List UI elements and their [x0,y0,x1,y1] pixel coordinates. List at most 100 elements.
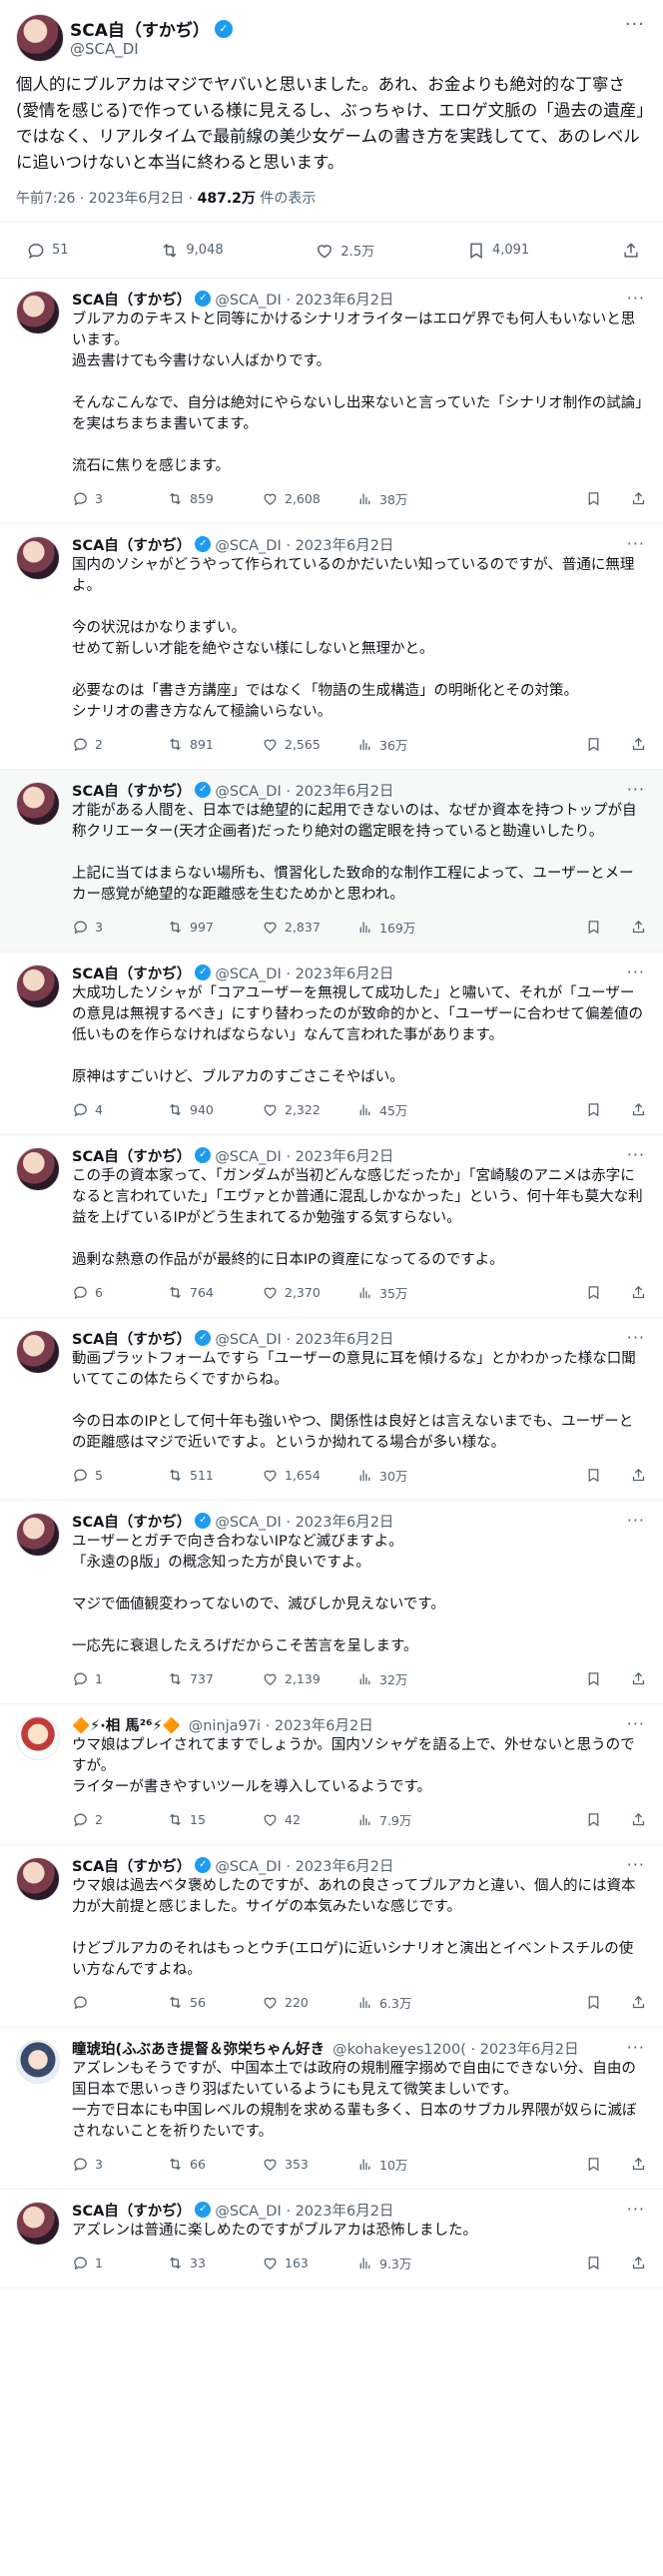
author-name[interactable]: SCA自（すかぢ） [72,1511,191,1532]
retweet-button[interactable]: 511 [167,1467,262,1484]
author-handle-date[interactable]: @ninja97i · 2023年6月2日 [189,1714,373,1735]
avatar[interactable] [16,291,60,334]
views-button[interactable]: 30万 [356,1466,451,1485]
like-button[interactable]: 2,565 [262,736,356,753]
author-name[interactable]: SCA自（すかぢ） [72,1855,191,1876]
author-name[interactable]: SCA自（すかぢ） [70,16,210,41]
views-button[interactable]: 36万 [356,735,451,754]
bookmark-button[interactable] [585,1467,602,1484]
retweet-button[interactable]: 33 [167,2254,262,2271]
avatar[interactable] [16,2202,60,2246]
more-options-icon[interactable]: ··· [627,534,645,553]
reply-tweet[interactable]: ··· 瞳琥珀(ふぶあき提督＆弥栄ちゃん好き @kohakeyes1200( ·… [0,2028,663,2190]
author-handle-date[interactable]: @SCA_DI · 2023年6月2日 [215,963,393,983]
bookmark-button[interactable] [585,1994,602,2011]
author-handle-date[interactable]: @SCA_DI · 2023年6月2日 [215,1328,393,1349]
share-button[interactable] [621,241,641,261]
avatar[interactable] [16,1857,60,1901]
like-button[interactable]: 1,654 [262,1467,356,1484]
more-options-icon[interactable]: ··· [627,289,645,308]
share-button[interactable] [630,1811,647,1828]
like-button[interactable]: 353 [262,2156,356,2173]
author-handle-date[interactable]: @SCA_DI · 2023年6月2日 [215,780,393,801]
retweet-button[interactable]: 66 [167,2156,262,2173]
author-handle[interactable]: @SCA_DI [70,40,139,58]
views-button[interactable]: 38万 [356,489,451,508]
author-handle-date[interactable]: @kohakeyes1200( · 2023年6月2日 [332,2038,578,2059]
author-handle-date[interactable]: @SCA_DI · 2023年6月2日 [215,1855,393,1876]
retweet-button[interactable]: 891 [167,736,262,753]
like-button[interactable]: 2,608 [262,490,356,507]
reply-tweet[interactable]: ··· SCA自（すかぢ） ✓ @SCA_DI · 2023年6月2日 ユーザー… [0,1501,663,1704]
share-button[interactable] [630,736,647,753]
reply-button[interactable]: 2 [72,736,167,753]
retweet-button[interactable]: 9,048 [160,241,224,261]
reply-button[interactable]: 1 [72,1670,167,1687]
like-button[interactable]: 2,322 [262,1101,356,1118]
retweet-button[interactable]: 56 [167,1994,262,2011]
author-name[interactable]: SCA自（すかぢ） [72,289,191,310]
bookmark-button[interactable]: 4,091 [466,241,529,261]
reply-tweet[interactable]: ··· SCA自（すかぢ） ✓ @SCA_DI · 2023年6月2日 国内のソ… [0,524,663,770]
views-button[interactable]: 6.3万 [356,1993,451,2012]
share-button[interactable] [630,1994,647,2011]
reply-button[interactable]: 51 [26,241,69,261]
more-options-icon[interactable]: ··· [627,2038,645,2057]
reply-tweet[interactable]: ··· SCA自（すかぢ） ✓ @SCA_DI · 2023年6月2日 アズレン… [0,2190,663,2288]
reply-button[interactable]: 3 [72,919,167,936]
author-name[interactable]: SCA自（すかぢ） [72,534,191,555]
bookmark-button[interactable] [585,736,602,753]
avatar[interactable] [16,536,60,580]
author-name[interactable]: SCA自（すかぢ） [72,780,191,801]
retweet-button[interactable]: 940 [167,1101,262,1118]
author-handle-date[interactable]: @SCA_DI · 2023年6月2日 [215,1145,393,1166]
reply-tweet[interactable]: ··· SCA自（すかぢ） ✓ @SCA_DI · 2023年6月2日 動画プラ… [0,1318,663,1501]
bookmark-button[interactable] [585,1811,602,1828]
more-options-icon[interactable]: ··· [625,14,645,35]
like-button[interactable]: 2,370 [262,1284,356,1301]
share-button[interactable] [630,490,647,507]
reply-button[interactable]: 6 [72,1284,167,1301]
reply-button[interactable]: 3 [72,2156,167,2173]
retweet-button[interactable]: 997 [167,919,262,936]
reply-tweet[interactable]: ··· SCA自（すかぢ） ✓ @SCA_DI · 2023年6月2日 大成功し… [0,953,663,1135]
views-button[interactable]: 10万 [356,2155,451,2174]
share-button[interactable] [630,2156,647,2173]
author-name[interactable]: 🔶⚡·相 馬²⁶⚡🔶 [72,1714,181,1735]
author-name[interactable]: 瞳琥珀(ふぶあき提督＆弥栄ちゃん好き [72,2038,325,2059]
share-button[interactable] [630,919,647,936]
author-handle-date[interactable]: @SCA_DI · 2023年6月2日 [215,534,393,555]
reply-button[interactable]: 3 [72,490,167,507]
avatar[interactable] [16,782,60,826]
retweet-button[interactable]: 15 [167,1811,262,1828]
reply-button[interactable]: 5 [72,1467,167,1484]
share-button[interactable] [630,1284,647,1301]
views-button[interactable]: 45万 [356,1100,451,1119]
tweet-timestamp[interactable]: 午前7:26 · 2023年6月2日 · [16,191,198,207]
share-button[interactable] [630,1670,647,1687]
more-options-icon[interactable]: ··· [627,1145,645,1164]
author-name[interactable]: SCA自（すかぢ） [72,1145,191,1166]
more-options-icon[interactable]: ··· [627,2200,645,2219]
reply-tweet[interactable]: ··· SCA自（すかぢ） ✓ @SCA_DI · 2023年6月2日 この手の… [0,1135,663,1318]
avatar[interactable] [16,2040,60,2084]
views-button[interactable]: 9.3万 [356,2254,451,2272]
bookmark-button[interactable] [585,1101,602,1118]
reply-tweet[interactable]: ··· SCA自（すかぢ） ✓ @SCA_DI · 2023年6月2日 才能があ… [0,770,663,953]
reply-tweet[interactable]: ··· SCA自（すかぢ） ✓ @SCA_DI · 2023年6月2日 ウマ娘は… [0,1845,663,2028]
more-options-icon[interactable]: ··· [627,780,645,799]
author-name[interactable]: SCA自（すかぢ） [72,1328,191,1349]
bookmark-button[interactable] [585,2156,602,2173]
more-options-icon[interactable]: ··· [627,1328,645,1347]
author-name[interactable]: SCA自（すかぢ） [72,963,191,983]
avatar[interactable] [16,1716,60,1760]
author-handle-date[interactable]: @SCA_DI · 2023年6月2日 [215,1511,393,1532]
bookmark-button[interactable] [585,1670,602,1687]
bookmark-button[interactable] [585,919,602,936]
more-options-icon[interactable]: ··· [627,1511,645,1530]
avatar[interactable] [16,14,64,62]
like-button[interactable]: 2.5万 [315,241,374,261]
like-button[interactable]: 42 [262,1811,356,1828]
views-button[interactable]: 7.9万 [356,1810,451,1829]
like-button[interactable]: 220 [262,1994,356,2011]
